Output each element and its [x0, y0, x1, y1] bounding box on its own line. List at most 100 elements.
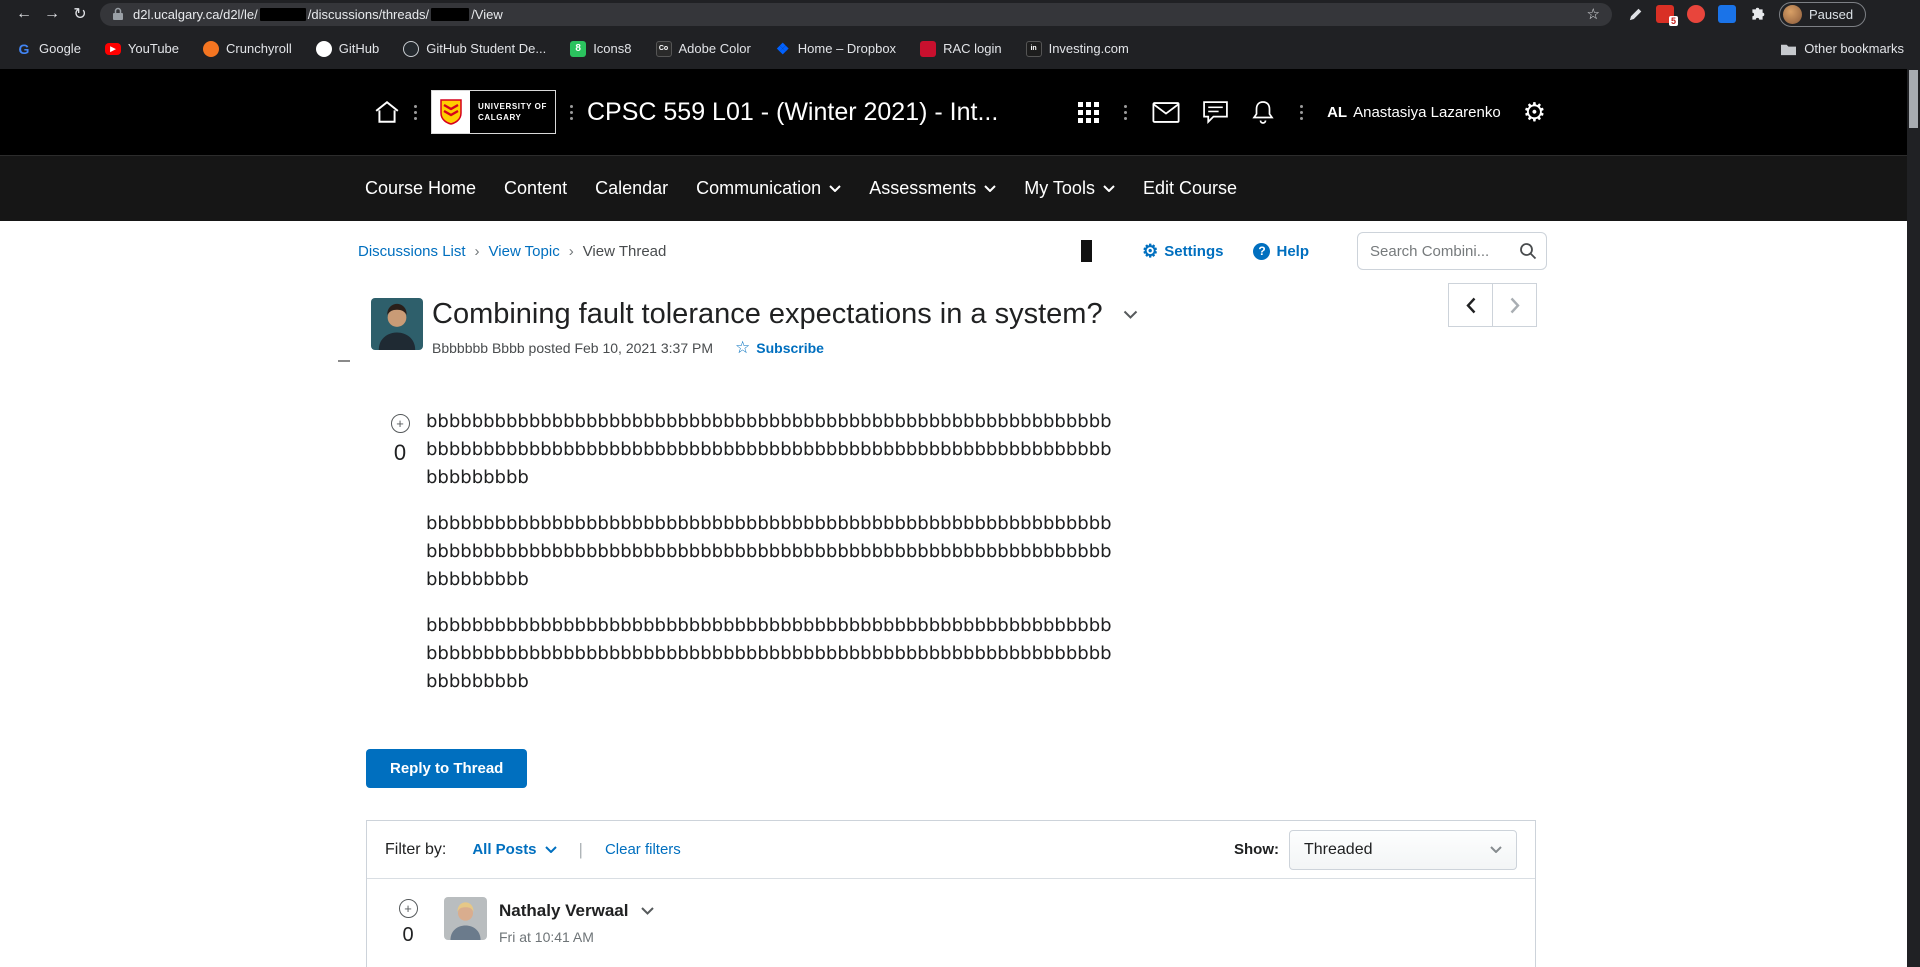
page-scrollbar[interactable]: [1907, 69, 1920, 967]
reply-timestamp: Fri at 10:41 AM: [499, 929, 594, 945]
post-paragraph: bbbbbbbbbbbbbbbbbbbbbbbbbbbbbbbbbbbbbbbb…: [426, 513, 1112, 590]
waffle-menu-icon[interactable]: [1078, 101, 1100, 123]
reply-post: + 0 Nathaly Verwaal Fri at 10:41 AM: [391, 895, 1535, 947]
breadcrumb-discussions-list[interactable]: Discussions List: [358, 243, 466, 260]
bookmark-google[interactable]: G Google: [16, 41, 81, 57]
chevron-down-icon: [984, 185, 996, 192]
d2l-header: UNIVERSITY OF CALGARY CPSC 559 L01 - (Wi…: [0, 69, 1920, 155]
chevron-left-icon: [1465, 297, 1475, 313]
refresh-button[interactable]: ↻: [66, 2, 94, 26]
subscribe-button[interactable]: ☆ Subscribe: [735, 338, 824, 358]
url-text: d2l.ucalgary.ca/d2l/le//discussions/thre…: [133, 6, 503, 22]
breadcrumb-view-topic[interactable]: View Topic: [489, 243, 560, 260]
show-select[interactable]: Threaded: [1289, 829, 1517, 870]
nav-assessments[interactable]: Assessments: [869, 178, 996, 199]
scrollbar-thumb[interactable]: [1909, 70, 1918, 128]
icons8-favicon: 8: [570, 40, 587, 57]
ucalgary-logo[interactable]: UNIVERSITY OF CALGARY: [431, 90, 556, 134]
bookmark-github[interactable]: GitHub: [315, 40, 379, 57]
chevron-down-icon: [1103, 185, 1115, 192]
help-button[interactable]: ? Help: [1253, 242, 1309, 260]
course-overflow-icon[interactable]: [570, 104, 573, 120]
other-bookmarks-button[interactable]: Other bookmarks: [1780, 41, 1904, 56]
settings-gear-icon: ⚙: [1142, 241, 1159, 261]
user-name[interactable]: Anastasiya Lazarenko: [1353, 104, 1501, 121]
thread-actions-chevron-icon[interactable]: [1123, 310, 1138, 319]
extension-icon-red-badge[interactable]: 5: [1656, 5, 1678, 26]
bookmark-icons8[interactable]: 8 Icons8: [570, 40, 632, 57]
next-thread-button[interactable]: [1492, 283, 1537, 327]
reply-actions-chevron-icon[interactable]: [641, 907, 655, 915]
breadcrumb-separator: ›: [568, 242, 574, 260]
thread-author-avatar: [371, 298, 423, 350]
settings-button[interactable]: ⚙ Settings: [1142, 242, 1223, 260]
nav-content[interactable]: Content: [504, 178, 567, 199]
extension-icon-blue[interactable]: [1718, 5, 1736, 23]
thread-post-body: bbbbbbbbbbbbbbbbbbbbbbbbbbbbbbbbbbbbbbbb…: [426, 408, 1112, 714]
chat-icon[interactable]: [1202, 100, 1229, 125]
chevron-down-icon: [1490, 846, 1502, 853]
reply-author-name[interactable]: Nathaly Verwaal: [499, 901, 628, 921]
all-posts-dropdown[interactable]: All Posts: [472, 841, 557, 858]
mail-icon[interactable]: [1152, 101, 1180, 123]
nav-communication[interactable]: Communication: [696, 178, 841, 199]
upvote-plus-icon[interactable]: +: [398, 899, 418, 918]
youtube-favicon: ▶: [104, 42, 121, 55]
bookmark-investing[interactable]: in Investing.com: [1025, 40, 1129, 57]
github-student-favicon: [403, 40, 420, 57]
header-overflow-icon[interactable]: [414, 104, 417, 120]
edit-extension-icon[interactable]: [1628, 7, 1643, 22]
thread-byline: Bbbbbbb Bbbb posted Feb 10, 2021 3:37 PM: [432, 340, 713, 356]
bookmark-rac-login[interactable]: RAC login: [920, 40, 1002, 57]
apps-overflow-icon[interactable]: [1124, 104, 1128, 120]
collapse-dash: [338, 360, 350, 362]
profile-paused-button[interactable]: Paused: [1779, 1, 1867, 27]
filter-by-label: Filter by:: [385, 840, 447, 858]
bookmark-crunchyroll[interactable]: Crunchyroll: [203, 40, 292, 57]
show-label: Show:: [1234, 841, 1279, 858]
url-redaction: [259, 7, 306, 21]
bookmark-github-student[interactable]: GitHub Student De...: [403, 40, 546, 57]
search-box: [1357, 232, 1547, 270]
bookmark-adobe-color[interactable]: Co Adobe Color: [655, 40, 751, 57]
course-title[interactable]: CPSC 559 L01 - (Winter 2021) - Int...: [587, 98, 998, 127]
thread-vote-count: 0: [393, 440, 407, 465]
nav-edit-course[interactable]: Edit Course: [1143, 178, 1237, 199]
thread-title: Combining fault tolerance expectations i…: [432, 298, 1103, 330]
url-redaction: [431, 7, 470, 21]
profile-avatar: [1783, 4, 1802, 24]
reply-to-thread-button[interactable]: Reply to Thread: [366, 749, 528, 788]
extension-icon-red-circle[interactable]: [1687, 5, 1705, 23]
bookmark-star-icon[interactable]: ☆: [1587, 5, 1600, 23]
adobe-color-favicon: Co: [655, 40, 672, 57]
home-icon[interactable]: [374, 100, 400, 124]
logo-text: UNIVERSITY OF: [478, 102, 547, 111]
bookmark-youtube[interactable]: ▶ YouTube: [104, 41, 179, 56]
clear-filters-button[interactable]: Clear filters: [605, 841, 681, 858]
post-paragraph: bbbbbbbbbbbbbbbbbbbbbbbbbbbbbbbbbbbbbbbb…: [426, 615, 1112, 692]
bookmarks-bar: G Google ▶ YouTube Crunchyroll GitHub Gi…: [0, 28, 1920, 69]
notifications-bell-icon[interactable]: [1251, 99, 1275, 125]
reply-vote-count: 0: [402, 924, 414, 946]
back-button[interactable]: ←: [10, 2, 38, 26]
chevron-right-icon: [1510, 297, 1520, 313]
previous-thread-button[interactable]: [1448, 283, 1493, 327]
nav-calendar[interactable]: Calendar: [595, 178, 668, 199]
nav-course-home[interactable]: Course Home: [365, 178, 476, 199]
bookmark-dropbox[interactable]: ❖ Home – Dropbox: [775, 41, 896, 58]
search-icon[interactable]: [1519, 242, 1537, 260]
github-favicon: [315, 40, 332, 57]
forward-button[interactable]: →: [38, 2, 66, 26]
nav-my-tools[interactable]: My Tools: [1024, 178, 1115, 199]
rac-favicon: [920, 40, 937, 57]
logo-text: CALGARY: [478, 113, 522, 122]
upvote-plus-icon[interactable]: +: [390, 414, 410, 433]
account-settings-gear-icon[interactable]: ⚙: [1523, 99, 1546, 125]
redaction-box: [1081, 240, 1093, 262]
extensions-puzzle-icon[interactable]: [1749, 6, 1766, 23]
crunchyroll-favicon: [203, 40, 220, 57]
user-initials-badge: AL: [1327, 103, 1348, 121]
alerts-overflow-icon[interactable]: [1300, 104, 1304, 120]
address-bar[interactable]: d2l.ucalgary.ca/d2l/le//discussions/thre…: [100, 2, 1612, 26]
breadcrumb: Discussions List › View Topic › View Thr…: [358, 243, 666, 260]
